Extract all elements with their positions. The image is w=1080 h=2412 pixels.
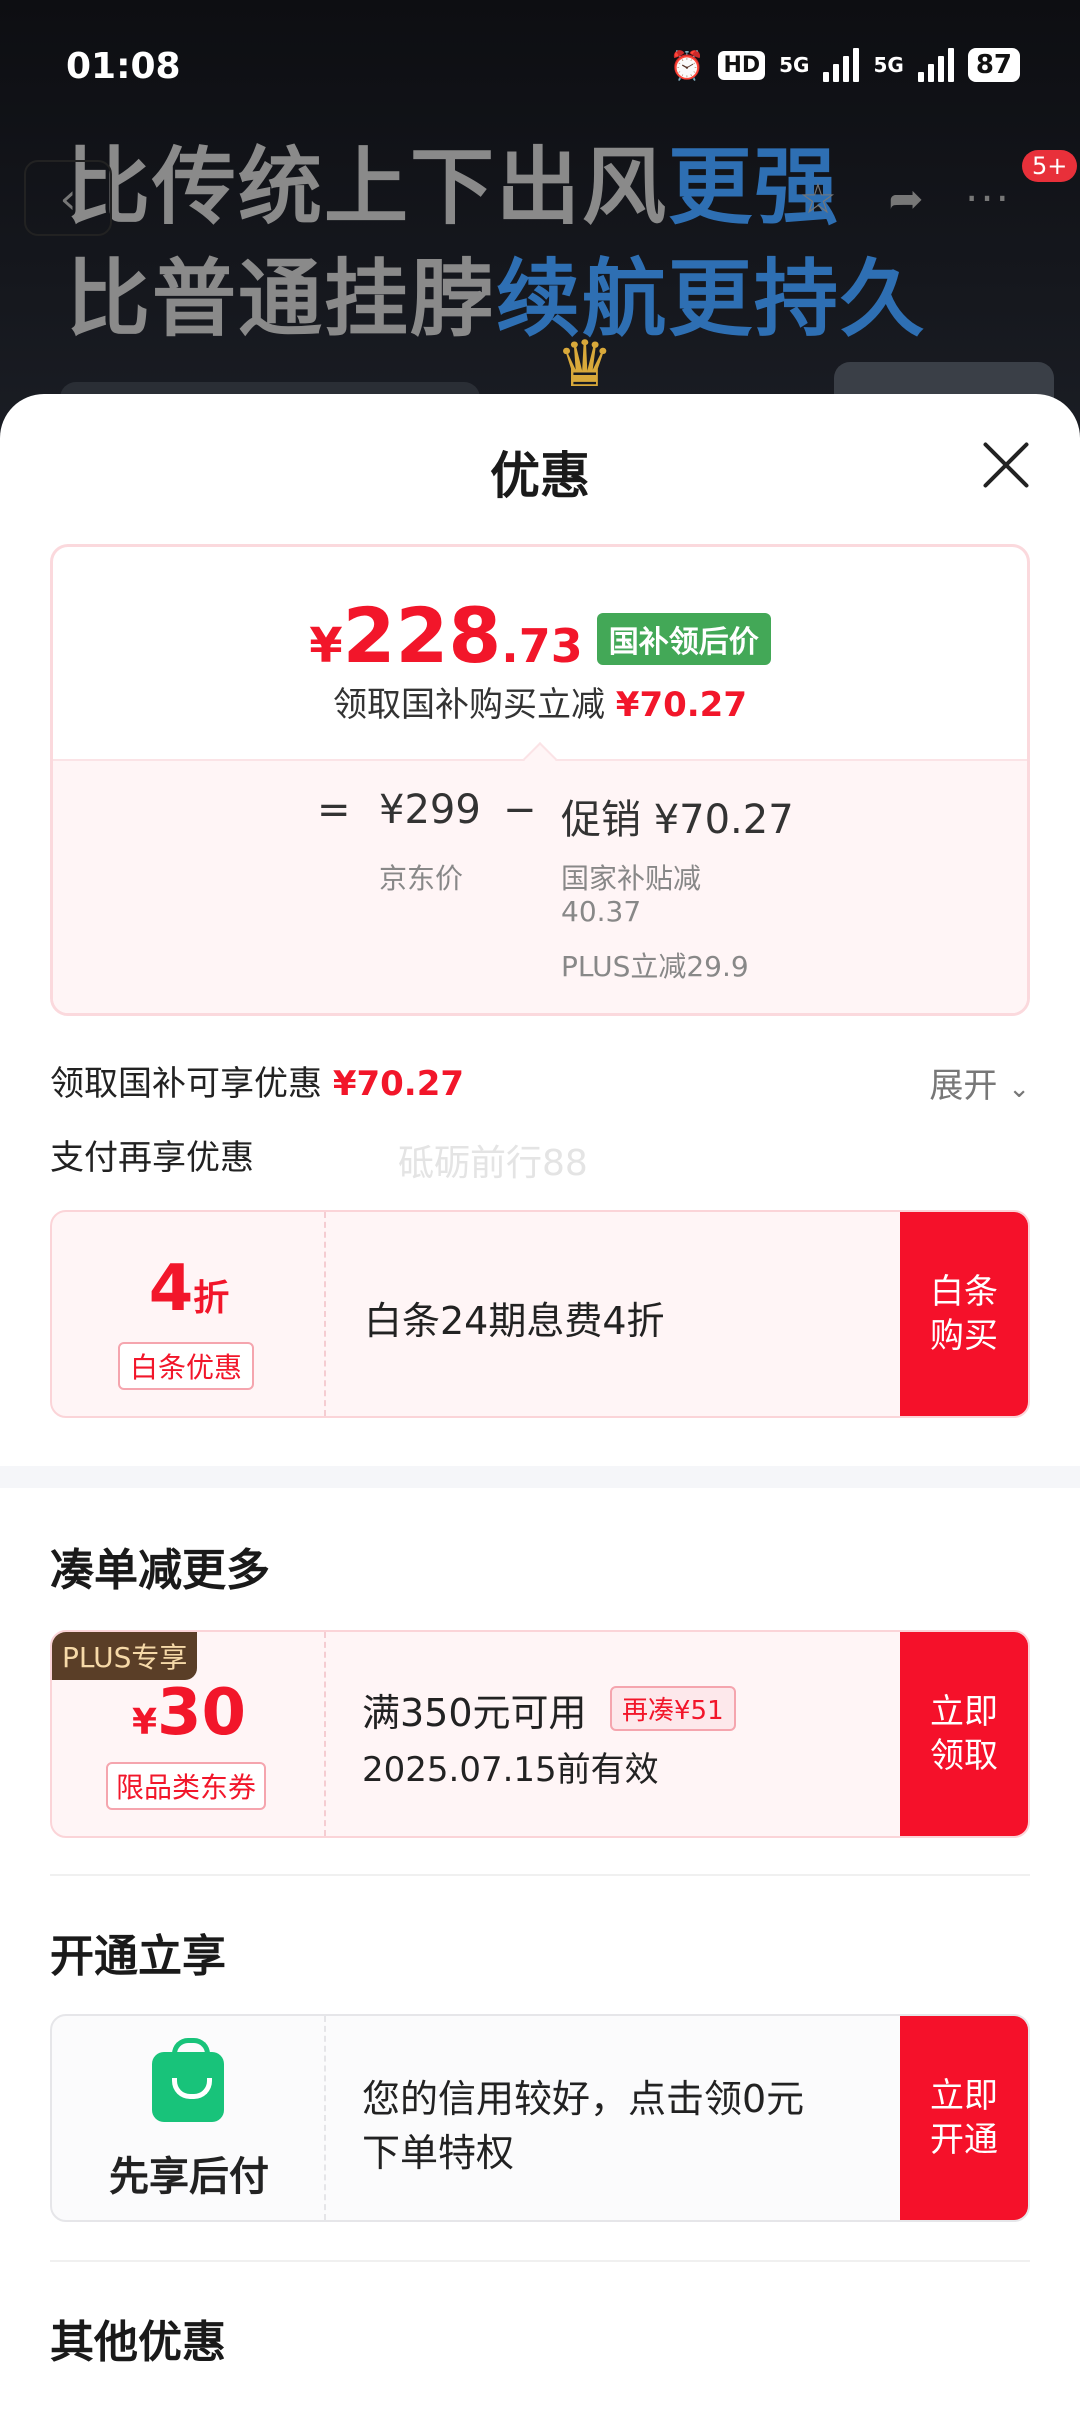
equals-sign: = [317,787,351,833]
baitiao-info: 白条24期息费4折 [328,1212,900,1416]
minus-sign: − [503,787,537,833]
crown-icon: ♛ [556,328,614,402]
expand-button[interactable]: 展开 ⌄ [929,1058,1030,1107]
background-page: 01:08 ⏰ HD 5G 5G 87 比传统上下出风更强 比普通挂脖续航更持久… [0,0,1080,460]
shopping-bag-icon [152,2038,224,2122]
share-icon[interactable]: ➦ [868,160,944,236]
gov-subsidy-label: 领取国补可享优惠 [50,1064,322,1104]
coupon-expiry: 2025.07.15前有效 [362,1750,659,1790]
jd-coupon: PLUS专享 ¥30 限品类东券 满350元可用 再凑¥51 2025.07.1… [50,1630,1030,1838]
divider [50,2260,1030,2262]
price-breakdown-card: ¥228.73 国补领后价 领取国补购买立减 ¥70.27 = ¥299 京东价… [50,544,1030,1016]
alarm-icon: ⏰ [669,48,705,82]
hd-icon: HD [718,50,766,80]
claim-coupon-button[interactable]: 立即领取 [900,1632,1028,1836]
discount-sheet: 优惠 ¥228.73 国补领后价 领取国补购买立减 ¥70.27 = ¥299 … [0,394,1080,2412]
promo-amount: 促销 ¥70.27 [561,797,794,843]
price-decimal: .73 [501,619,583,673]
currency-symbol: ¥ [309,618,343,674]
jd-price-label: 京东价 [379,862,464,895]
status-time: 01:08 [66,46,181,87]
price-subtitle-amount: ¥70.27 [615,685,747,725]
back-icon[interactable]: ‹ [24,160,112,236]
coupon-currency: ¥ [131,1702,157,1743]
banner-line-2-text: 比普通挂脖 [66,250,497,348]
baitiao-text: 白条24期息费4折 [364,1299,665,1343]
more-icon[interactable]: ··· [950,160,1026,236]
pay-discount-label: 支付再享优惠 [50,1138,254,1178]
baitiao-discount-number: 4 [148,1252,194,1326]
signal-icon-2 [917,48,954,82]
baitiao-discount-value: 4折 [52,1252,326,1326]
expand-label: 展开 [929,1066,998,1106]
gov-subsidy-row: 领取国补可享优惠 ¥70.27 [50,1056,464,1105]
pay-later-name: 先享后付 [109,2154,269,2200]
plus-exclusive-tag: PLUS专享 [52,1632,198,1680]
open-pay-later-button[interactable]: 立即开通 [900,2016,1028,2220]
coupon-value-panel: PLUS专享 ¥30 限品类东券 [52,1632,326,1836]
coupon-condition: 满350元可用 [362,1691,587,1735]
jd-price: ¥299 [379,787,481,833]
section-title-other: 其他优惠 [50,2317,226,2368]
status-icons: ⏰ HD 5G 5G 87 [670,48,1020,82]
section-separator [0,1466,1080,1488]
baitiao-buy-button[interactable]: 白条购买 [900,1212,1028,1416]
section-title-open: 开通立享 [50,1931,226,1982]
pay-later-text-line2: 下单特权 [362,2131,515,2175]
pay-later-info: 您的信用较好，点击领0元 下单特权 [328,2016,900,2220]
final-price-section: ¥228.73 国补领后价 领取国补购买立减 ¥70.27 [53,547,1027,759]
promo-detail-gov-amount: 40.37 [561,895,642,928]
chevron-down-icon: ⌄ [1008,1074,1030,1104]
pay-later-offer: 先享后付 您的信用较好，点击领0元 下单特权 立即开通 [50,2014,1030,2222]
favorite-star-icon[interactable]: ☆ [780,160,856,236]
watermark: 砥砺前行88 [398,1143,588,1184]
coupon-add-more-tag: 再凑¥51 [610,1686,736,1731]
gov-subsidy-amount: ¥70.27 [332,1064,465,1104]
price-subtitle: 领取国补购买立减 ¥70.27 [53,677,1027,726]
coupon-info: 满350元可用 再凑¥51 2025.07.15前有效 [328,1632,900,1836]
coupon-amount-number: 30 [157,1676,247,1750]
final-price-value: ¥228.73 [309,591,583,680]
open-pay-later-label: 立即开通 [930,2075,998,2160]
baitiao-discount-unit: 折 [193,1278,230,1319]
network-label-1: 5G [779,53,810,77]
close-icon[interactable] [980,438,1032,490]
promo-detail-plus: PLUS立减29.9 [561,950,749,983]
message-badge: 5+ [1022,150,1078,182]
baitiao-discount-badge: 4折 白条优惠 [52,1212,326,1416]
battery-icon: 87 [967,48,1020,82]
pay-later-text-line1: 您的信用较好，点击领0元 [362,2077,805,2121]
baitiao-offer: 4折 白条优惠 白条24期息费4折 白条购买 [50,1210,1030,1418]
section-title-more: 凑单减更多 [50,1545,270,1596]
signal-icon-1 [823,48,860,82]
banner-line-2: 比普通挂脖续航更持久 [66,232,926,353]
claim-coupon-label: 立即领取 [930,1691,998,1776]
promo-detail-gov: 国家补贴减 [561,862,702,895]
coupon-type-tag: 限品类东券 [106,1762,267,1810]
subsidy-price-tag: 国补领后价 [596,613,771,665]
divider [50,1874,1030,1876]
final-price: ¥228.73 国补领后价 [53,591,1027,680]
status-bar: 01:08 ⏰ HD 5G 5G 87 [0,0,1080,140]
product-nav-bar: ‹ ☆ ➦ ··· 5+ [0,150,1080,240]
baitiao-buy-label: 白条购买 [930,1271,998,1356]
price-subtitle-text: 领取国补购买立减 [332,685,605,725]
price-formula: = ¥299 京东价 − 促销 ¥70.27 国家补贴减 40.37 PLUS立… [53,759,1027,1013]
pay-later-brand: 先享后付 [52,2016,326,2220]
baitiao-tag: 白条优惠 [118,1342,255,1390]
price-integer: 228 [342,591,502,680]
coupon-amount: ¥30 [52,1676,326,1750]
network-label-2: 5G [873,53,904,77]
sheet-title: 优惠 [490,447,590,505]
